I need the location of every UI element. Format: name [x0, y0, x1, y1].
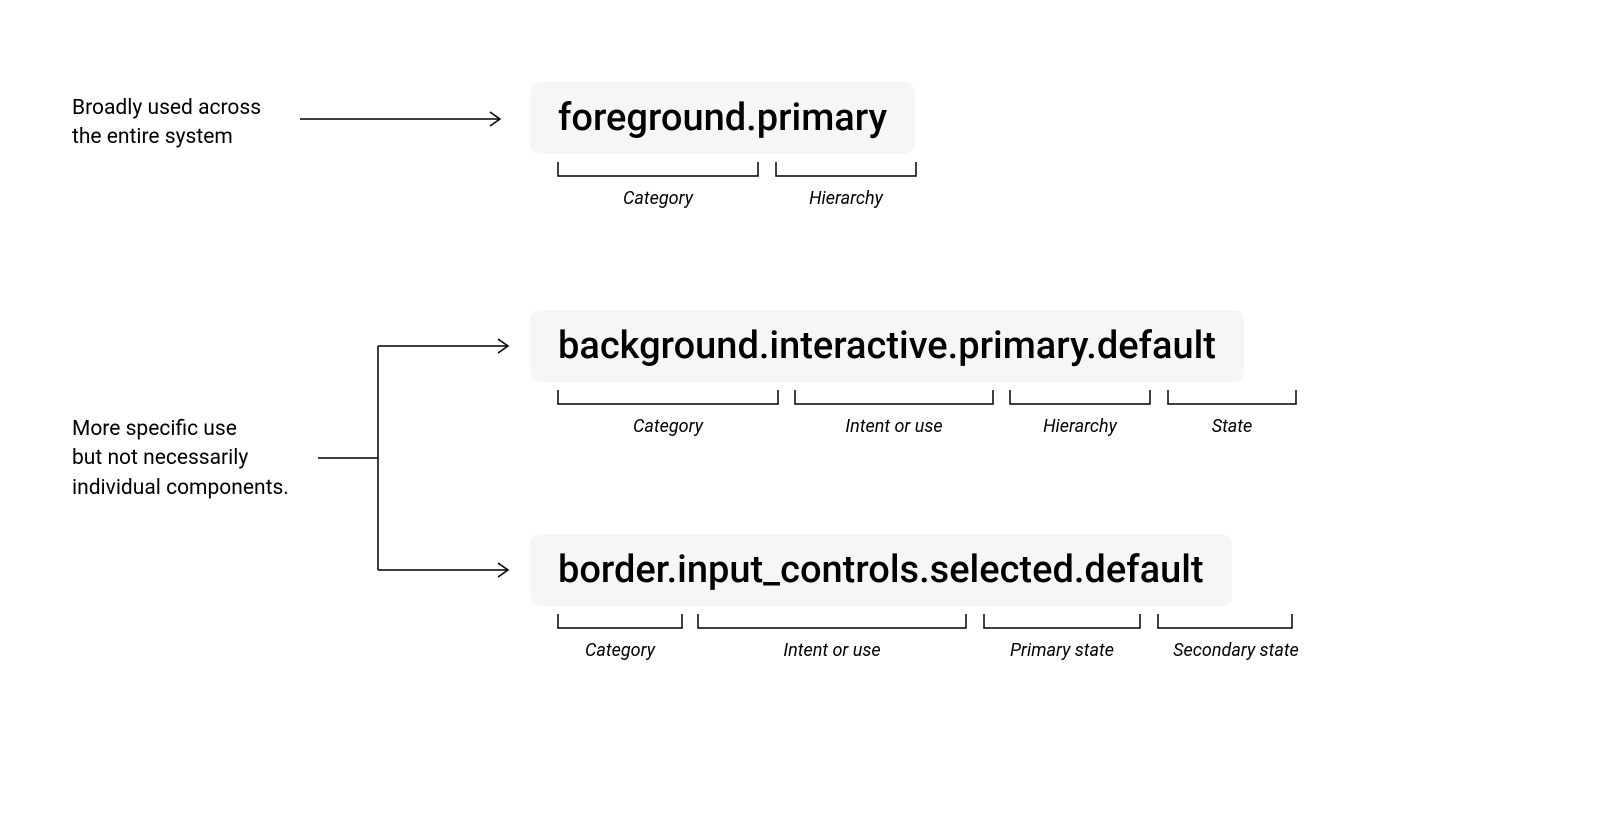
label-category: Category	[558, 188, 758, 209]
arrow-icon	[300, 109, 510, 129]
label-state: State	[1168, 416, 1296, 437]
label-category: Category	[558, 640, 682, 661]
label-intent: Intent or use	[795, 416, 993, 437]
token-border-input-controls: border.input_controls.selected.default	[530, 534, 1232, 606]
bracket-icon	[776, 162, 916, 182]
bracket-icon	[558, 390, 778, 410]
bracket-icon	[1158, 614, 1292, 634]
label-secondary-state: Secondary state	[1158, 640, 1314, 661]
branch-arrow-icon	[318, 340, 518, 580]
bracket-icon	[795, 390, 993, 410]
token-foreground-primary: foreground.primary	[530, 82, 915, 154]
description-broad: Broadly used across the entire system	[72, 94, 261, 153]
diagram-canvas: Broadly used across the entire system fo…	[0, 0, 1606, 824]
bracket-icon	[558, 614, 682, 634]
bracket-icon	[558, 162, 758, 182]
bracket-icon	[1168, 390, 1296, 410]
label-intent: Intent or use	[698, 640, 966, 661]
description-specific: More specific use but not necessarily in…	[72, 415, 289, 503]
bracket-icon	[698, 614, 966, 634]
label-category: Category	[558, 416, 778, 437]
bracket-icon	[984, 614, 1140, 634]
token-background-interactive: background.interactive.primary.default	[530, 310, 1244, 382]
label-hierarchy: Hierarchy	[1010, 416, 1150, 437]
label-hierarchy: Hierarchy	[776, 188, 916, 209]
bracket-icon	[1010, 390, 1150, 410]
label-primary-state: Primary state	[984, 640, 1140, 661]
